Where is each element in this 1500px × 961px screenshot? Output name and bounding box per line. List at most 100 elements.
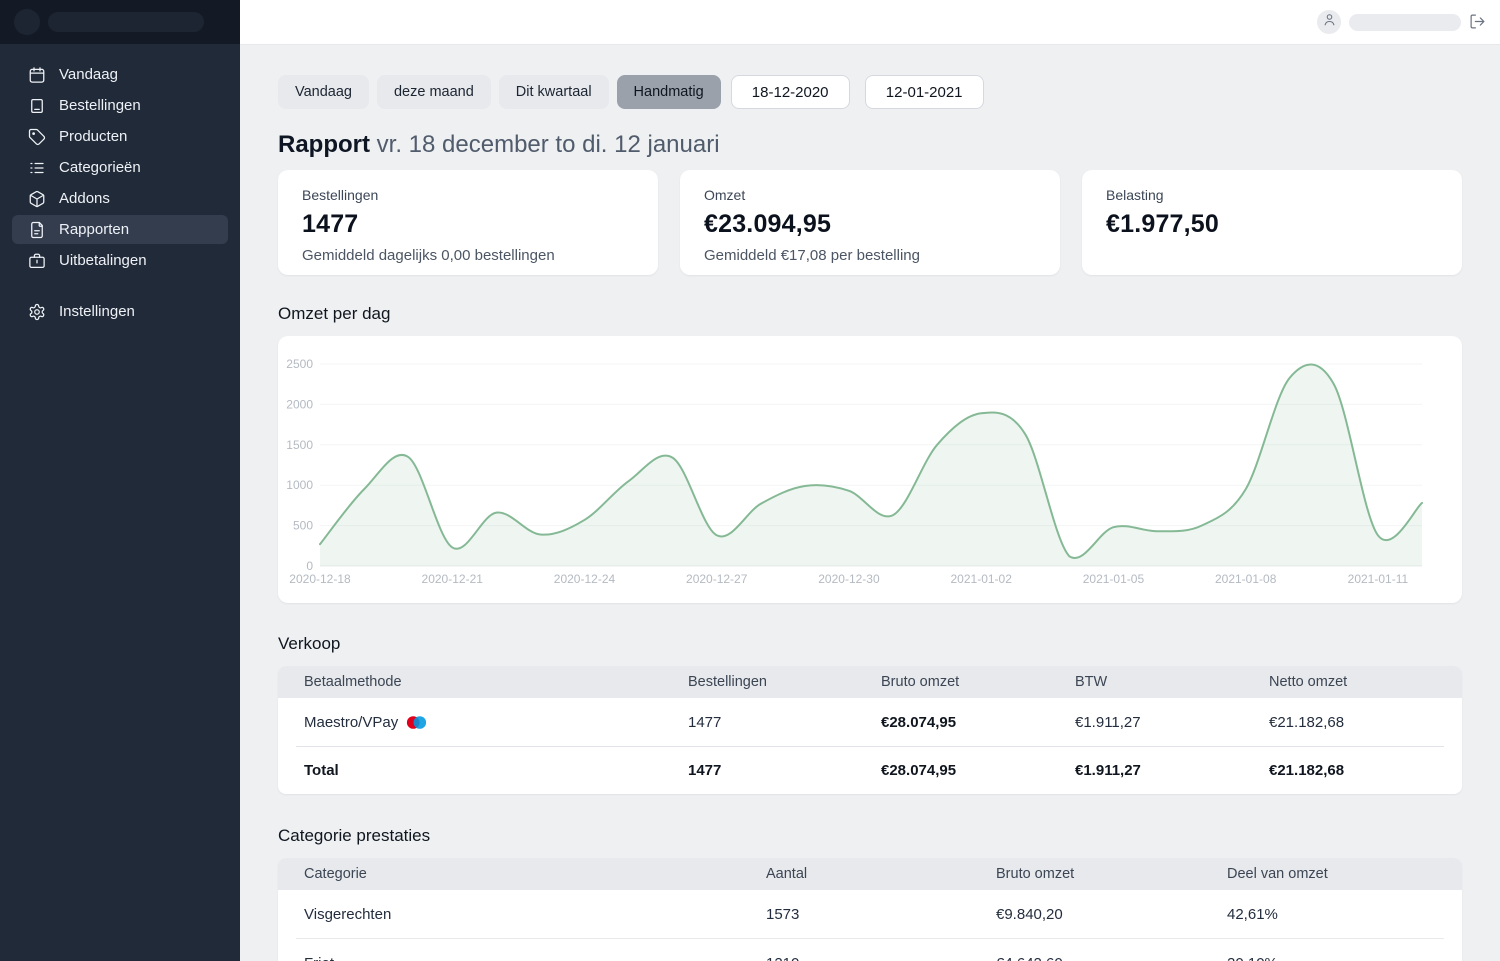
column-header-bruto-omzet: Bruto omzet bbox=[881, 674, 1075, 690]
chart-heading: Omzet per dag bbox=[278, 304, 1462, 324]
stat-value: €23.094,95 bbox=[704, 210, 1036, 239]
tag-icon bbox=[28, 128, 46, 146]
svg-text:2500: 2500 bbox=[286, 357, 313, 371]
table-cell: 42,61% bbox=[1227, 906, 1462, 923]
column-header-betaalmethode: Betaalmethode bbox=[278, 674, 688, 690]
table-cell: Maestro/VPay bbox=[278, 714, 688, 731]
briefcase-icon bbox=[28, 252, 46, 270]
filter-button-handmatig[interactable]: Handmatig bbox=[617, 75, 721, 109]
svg-text:2020-12-30: 2020-12-30 bbox=[818, 572, 880, 586]
sidebar-item-rapporten[interactable]: Rapporten bbox=[12, 215, 228, 244]
column-header-bruto-omzet: Bruto omzet bbox=[996, 866, 1227, 882]
table-cell: €4.642,60 bbox=[996, 955, 1227, 961]
report-content: Vandaagdeze maandDit kwartaalHandmatig R… bbox=[240, 45, 1500, 961]
table-cell: €28.074,95 bbox=[881, 762, 1075, 779]
table-cell: €1.911,27 bbox=[1075, 762, 1269, 779]
filter-button-dit-kwartaal[interactable]: Dit kwartaal bbox=[499, 75, 609, 109]
table-cell: 1210 bbox=[766, 955, 996, 961]
document-icon bbox=[28, 221, 46, 239]
stat-subtext: Gemiddeld €17,08 per bestelling bbox=[704, 247, 1036, 264]
stat-card-omzet: Omzet €23.094,95 Gemiddeld €17,08 per be… bbox=[680, 170, 1060, 275]
report-title: Rapport bbox=[278, 131, 370, 158]
sidebar-item-label: Categorieën bbox=[59, 159, 141, 176]
table-header-row: CategorieAantalBruto omzetDeel van omzet bbox=[278, 858, 1462, 890]
table-cell: 1573 bbox=[766, 906, 996, 923]
column-header-aantal: Aantal bbox=[766, 866, 996, 882]
sidebar-header bbox=[0, 0, 240, 44]
table-cell: €21.182,68 bbox=[1269, 762, 1462, 779]
svg-text:2020-12-24: 2020-12-24 bbox=[554, 572, 616, 586]
stat-subtext: Gemiddeld dagelijks 0,00 bestellingen bbox=[302, 247, 634, 264]
sidebar-settings: Instellingen bbox=[0, 275, 240, 326]
main-area: Vandaagdeze maandDit kwartaalHandmatig R… bbox=[240, 0, 1500, 961]
sidebar-item-uitbetalingen[interactable]: Uitbetalingen bbox=[12, 246, 228, 275]
categorie-prestaties-table: CategorieAantalBruto omzetDeel van omzet… bbox=[278, 858, 1462, 961]
stat-cards: Bestellingen 1477 Gemiddeld dagelijks 0,… bbox=[278, 170, 1462, 275]
sidebar-item-label: Uitbetalingen bbox=[59, 252, 147, 269]
omzet-chart-card: 050010001500200025002020-12-182020-12-21… bbox=[278, 336, 1462, 603]
logo-placeholder bbox=[14, 9, 40, 35]
svg-text:2021-01-11: 2021-01-11 bbox=[1348, 572, 1409, 586]
stat-label: Belasting bbox=[1106, 187, 1438, 203]
table-cell: €21.182,68 bbox=[1269, 714, 1462, 731]
calendar-icon bbox=[28, 66, 46, 84]
sidebar-nav: Vandaag Bestellingen Producten Categorieën A… bbox=[0, 44, 240, 275]
column-header-btw: BTW bbox=[1075, 674, 1269, 690]
table-cell: 20,10% bbox=[1227, 955, 1462, 961]
stat-card-belasting: Belasting €1.977,50 bbox=[1082, 170, 1462, 275]
svg-text:1500: 1500 bbox=[286, 438, 313, 452]
filter-button-vandaag[interactable]: Vandaag bbox=[278, 75, 369, 109]
topbar bbox=[240, 0, 1500, 45]
svg-text:2021-01-02: 2021-01-02 bbox=[951, 572, 1013, 586]
sidebar-item-bestellingen[interactable]: Bestellingen bbox=[12, 91, 228, 120]
svg-text:2021-01-08: 2021-01-08 bbox=[1215, 572, 1277, 586]
table-cell: Friet bbox=[278, 955, 766, 961]
sidebar-item-label: Producten bbox=[59, 128, 127, 145]
column-header-categorie: Categorie bbox=[278, 866, 766, 882]
logout-icon bbox=[1469, 13, 1486, 31]
svg-text:0: 0 bbox=[306, 559, 313, 573]
sidebar-item-instellingen[interactable]: Instellingen bbox=[12, 297, 228, 326]
table-row-visgerechten: Visgerechten1573€9.840,2042,61% bbox=[278, 890, 1462, 938]
payment-method-label: Maestro/VPay bbox=[304, 714, 398, 731]
stat-label: Bestellingen bbox=[302, 187, 634, 203]
omzet-per-dag-chart: 050010001500200025002020-12-182020-12-21… bbox=[278, 336, 1462, 603]
table-cell: Total bbox=[278, 762, 688, 779]
gear-icon bbox=[28, 303, 46, 321]
table-cell: 1477 bbox=[688, 714, 881, 731]
report-date-range: vr. 18 december to di. 12 januari bbox=[377, 131, 720, 158]
svg-text:1000: 1000 bbox=[286, 478, 313, 492]
sidebar-item-addons[interactable]: Addons bbox=[12, 184, 228, 213]
date-filter-bar: Vandaagdeze maandDit kwartaalHandmatig bbox=[278, 75, 1462, 109]
svg-text:500: 500 bbox=[293, 519, 313, 533]
logout-button[interactable] bbox=[1469, 13, 1487, 31]
table-row-maestro-vpay: Maestro/VPay1477€28.074,95€1.911,27€21.1… bbox=[278, 698, 1462, 746]
sidebar-item-vandaag[interactable]: Vandaag bbox=[12, 60, 228, 89]
column-header-bestellingen: Bestellingen bbox=[688, 674, 881, 690]
date-to-input[interactable] bbox=[865, 75, 984, 109]
stat-value: €1.977,50 bbox=[1106, 210, 1438, 239]
user-avatar-button[interactable] bbox=[1317, 10, 1341, 34]
list-icon bbox=[28, 159, 46, 177]
sidebar-item-label: Addons bbox=[59, 190, 110, 207]
sidebar-item-label: Rapporten bbox=[59, 221, 129, 238]
table-header-row: BetaalmethodeBestellingenBruto omzetBTWN… bbox=[278, 666, 1462, 698]
table-total-row: Total1477€28.074,95€1.911,27€21.182,68 bbox=[278, 747, 1462, 794]
table-cell: €28.074,95 bbox=[881, 714, 1075, 731]
user-icon bbox=[1322, 12, 1337, 32]
sidebar-item-label: Instellingen bbox=[59, 303, 135, 320]
table-cell: 1477 bbox=[688, 762, 881, 779]
sidebar-item-label: Bestellingen bbox=[59, 97, 141, 114]
sidebar-item-categorieen[interactable]: Categorieën bbox=[12, 153, 228, 182]
stat-label: Omzet bbox=[704, 187, 1036, 203]
svg-text:2021-01-05: 2021-01-05 bbox=[1083, 572, 1145, 586]
categorie-prestaties-heading: Categorie prestaties bbox=[278, 826, 1462, 846]
stat-card-bestellingen: Bestellingen 1477 Gemiddeld dagelijks 0,… bbox=[278, 170, 658, 275]
date-from-input[interactable] bbox=[731, 75, 850, 109]
svg-text:2020-12-27: 2020-12-27 bbox=[686, 572, 748, 586]
book-icon bbox=[28, 97, 46, 115]
column-header-netto-omzet: Netto omzet bbox=[1269, 674, 1462, 690]
sidebar-item-producten[interactable]: Producten bbox=[12, 122, 228, 151]
filter-button-deze-maand[interactable]: deze maand bbox=[377, 75, 491, 109]
table-cell: Visgerechten bbox=[278, 906, 766, 923]
